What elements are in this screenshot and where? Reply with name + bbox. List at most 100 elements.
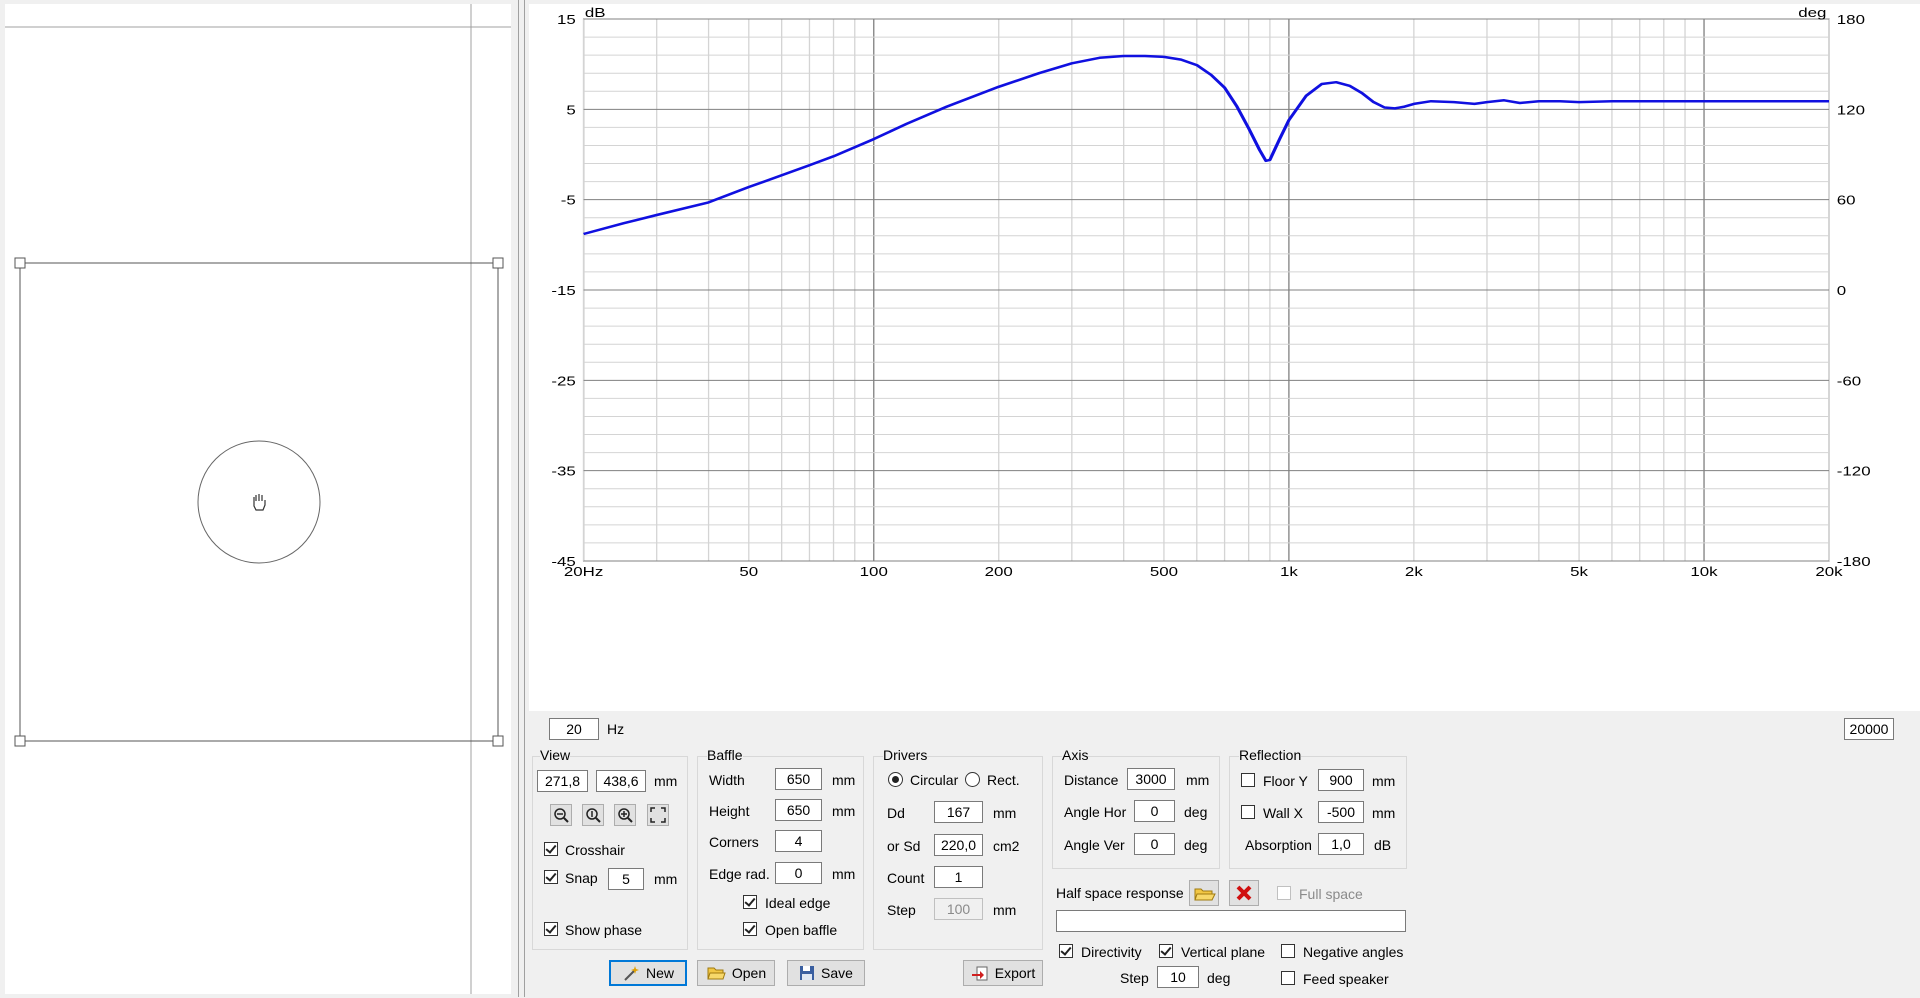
expand-icon — [650, 807, 666, 823]
floor-checkbox[interactable] — [1241, 773, 1255, 787]
x-tick-label: 500 — [1150, 565, 1178, 580]
directivity-checkbox[interactable] — [1059, 944, 1073, 958]
axis-group-title: Axis — [1062, 747, 1089, 763]
vertical-plane-checkbox[interactable] — [1159, 944, 1173, 958]
driver-step-unit: mm — [993, 902, 1017, 918]
new-button[interactable]: New — [609, 960, 687, 986]
wall-field[interactable] — [1318, 801, 1364, 823]
half-space-path-field[interactable] — [1056, 910, 1406, 932]
freq-unit-label: Hz — [607, 721, 625, 737]
driver-circle[interactable] — [197, 440, 321, 564]
half-space-open-button[interactable] — [1189, 880, 1219, 906]
view-y-field[interactable] — [596, 770, 646, 792]
baffle-corners-label: Corners — [709, 834, 759, 850]
snap-checkbox[interactable] — [544, 870, 558, 884]
floor-unit: mm — [1372, 773, 1396, 789]
reflection-group-title: Reflection — [1239, 747, 1302, 763]
open-button-label: Open — [731, 965, 767, 981]
angle-ver-field[interactable] — [1134, 833, 1175, 855]
splitter[interactable] — [518, 0, 525, 997]
show-phase-label: Show phase — [565, 922, 643, 938]
y-right-tick-label: 60 — [1837, 193, 1856, 208]
baffle-corners-field[interactable] — [775, 830, 822, 852]
y-left-tick-label: -25 — [551, 374, 575, 389]
count-field[interactable] — [934, 866, 983, 888]
circular-radio[interactable] — [888, 772, 903, 787]
x-tick-label: 50 — [739, 565, 758, 580]
wall-checkbox[interactable] — [1241, 805, 1255, 819]
x-tick-label: 200 — [985, 565, 1013, 580]
new-button-label: New — [645, 965, 674, 981]
x-tick-label: 1k — [1280, 565, 1298, 580]
baffle-width-field[interactable] — [775, 768, 822, 790]
resize-handle-top-left[interactable] — [14, 257, 26, 269]
negative-angles-checkbox[interactable] — [1281, 944, 1295, 958]
baffle-view-panel — [0, 0, 518, 997]
open-baffle-label: Open baffle — [765, 922, 838, 938]
directivity-label: Directivity — [1081, 944, 1142, 960]
resize-handle-bottom-left[interactable] — [14, 735, 26, 747]
snap-field[interactable] — [608, 868, 644, 890]
resize-handle-top-right[interactable] — [492, 257, 504, 269]
crosshair-label: Crosshair — [565, 842, 625, 858]
freq-max-field[interactable] — [1844, 718, 1894, 740]
driver-step-label: Step — [887, 902, 916, 918]
show-phase-checkbox[interactable] — [544, 922, 558, 936]
frequency-response-chart: 20Hz 50 100 200 500 1k 2k 5k 10k 20k 15 5 -5 -15 -25 -3… — [529, 4, 1920, 711]
sd-field[interactable] — [934, 834, 983, 856]
absorption-field[interactable] — [1318, 833, 1364, 855]
save-button[interactable]: Save — [787, 960, 865, 986]
resize-handle-bottom-right[interactable] — [492, 735, 504, 747]
zoom-vertical-button[interactable] — [582, 804, 604, 826]
y-left-tick-label: -45 — [551, 555, 575, 570]
floppy-disk-icon — [800, 966, 815, 980]
sd-label: or Sd — [887, 838, 921, 854]
sd-unit: cm2 — [993, 838, 1020, 854]
baffle-edge-unit: mm — [832, 866, 856, 882]
view-group-title: View — [540, 747, 571, 763]
vertical-plane-label: Vertical plane — [1181, 944, 1266, 960]
view-x-field[interactable] — [537, 770, 588, 792]
close-icon — [1236, 885, 1252, 901]
directivity-step-label: Step — [1120, 970, 1149, 986]
absorption-unit: dB — [1374, 837, 1392, 853]
baffle-canvas[interactable] — [5, 4, 511, 994]
y-right-tick-label: 120 — [1837, 103, 1865, 118]
baffle-height-field[interactable] — [775, 799, 822, 821]
export-button[interactable]: Export — [963, 960, 1043, 986]
y-left-tick-label: -5 — [561, 193, 576, 208]
zoom-out-horizontal-button[interactable] — [550, 804, 572, 826]
zoom-in-button[interactable] — [614, 804, 636, 826]
drivers-group-title: Drivers — [883, 747, 928, 763]
rect-label: Rect. — [987, 772, 1020, 788]
circular-label: Circular — [910, 772, 959, 788]
baffle-drawing[interactable] — [5, 4, 511, 994]
distance-field[interactable] — [1127, 768, 1175, 790]
half-space-clear-button[interactable] — [1229, 880, 1259, 906]
rect-radio[interactable] — [965, 772, 980, 787]
angle-ver-label: Angle Ver — [1064, 837, 1125, 853]
y-left-unit-label: dB — [585, 6, 606, 21]
baffle-edge-field[interactable] — [775, 862, 822, 884]
dd-field[interactable] — [934, 801, 983, 823]
directivity-step-field[interactable] — [1157, 966, 1199, 988]
freq-min-field[interactable] — [549, 718, 599, 740]
floor-field[interactable] — [1318, 769, 1364, 791]
x-tick-label: 10k — [1690, 565, 1718, 580]
wall-label: Wall X — [1263, 805, 1303, 821]
open-button[interactable]: Open — [697, 960, 775, 986]
hand-cursor-icon — [253, 494, 266, 511]
count-label: Count — [887, 870, 925, 886]
folder-open-icon — [707, 967, 726, 980]
feed-speaker-label: Feed speaker — [1303, 971, 1389, 987]
fit-to-view-button[interactable] — [647, 804, 669, 826]
baffle-outline[interactable] — [19, 262, 499, 742]
angle-hor-field[interactable] — [1134, 800, 1175, 822]
distance-unit: mm — [1186, 772, 1210, 788]
y-right-tick-label: -180 — [1837, 555, 1871, 570]
floor-label: Floor Y — [1263, 773, 1308, 789]
feed-speaker-checkbox[interactable] — [1281, 971, 1295, 985]
crosshair-checkbox[interactable] — [544, 842, 558, 856]
open-baffle-checkbox[interactable] — [743, 922, 757, 936]
ideal-edge-checkbox[interactable] — [743, 895, 757, 909]
